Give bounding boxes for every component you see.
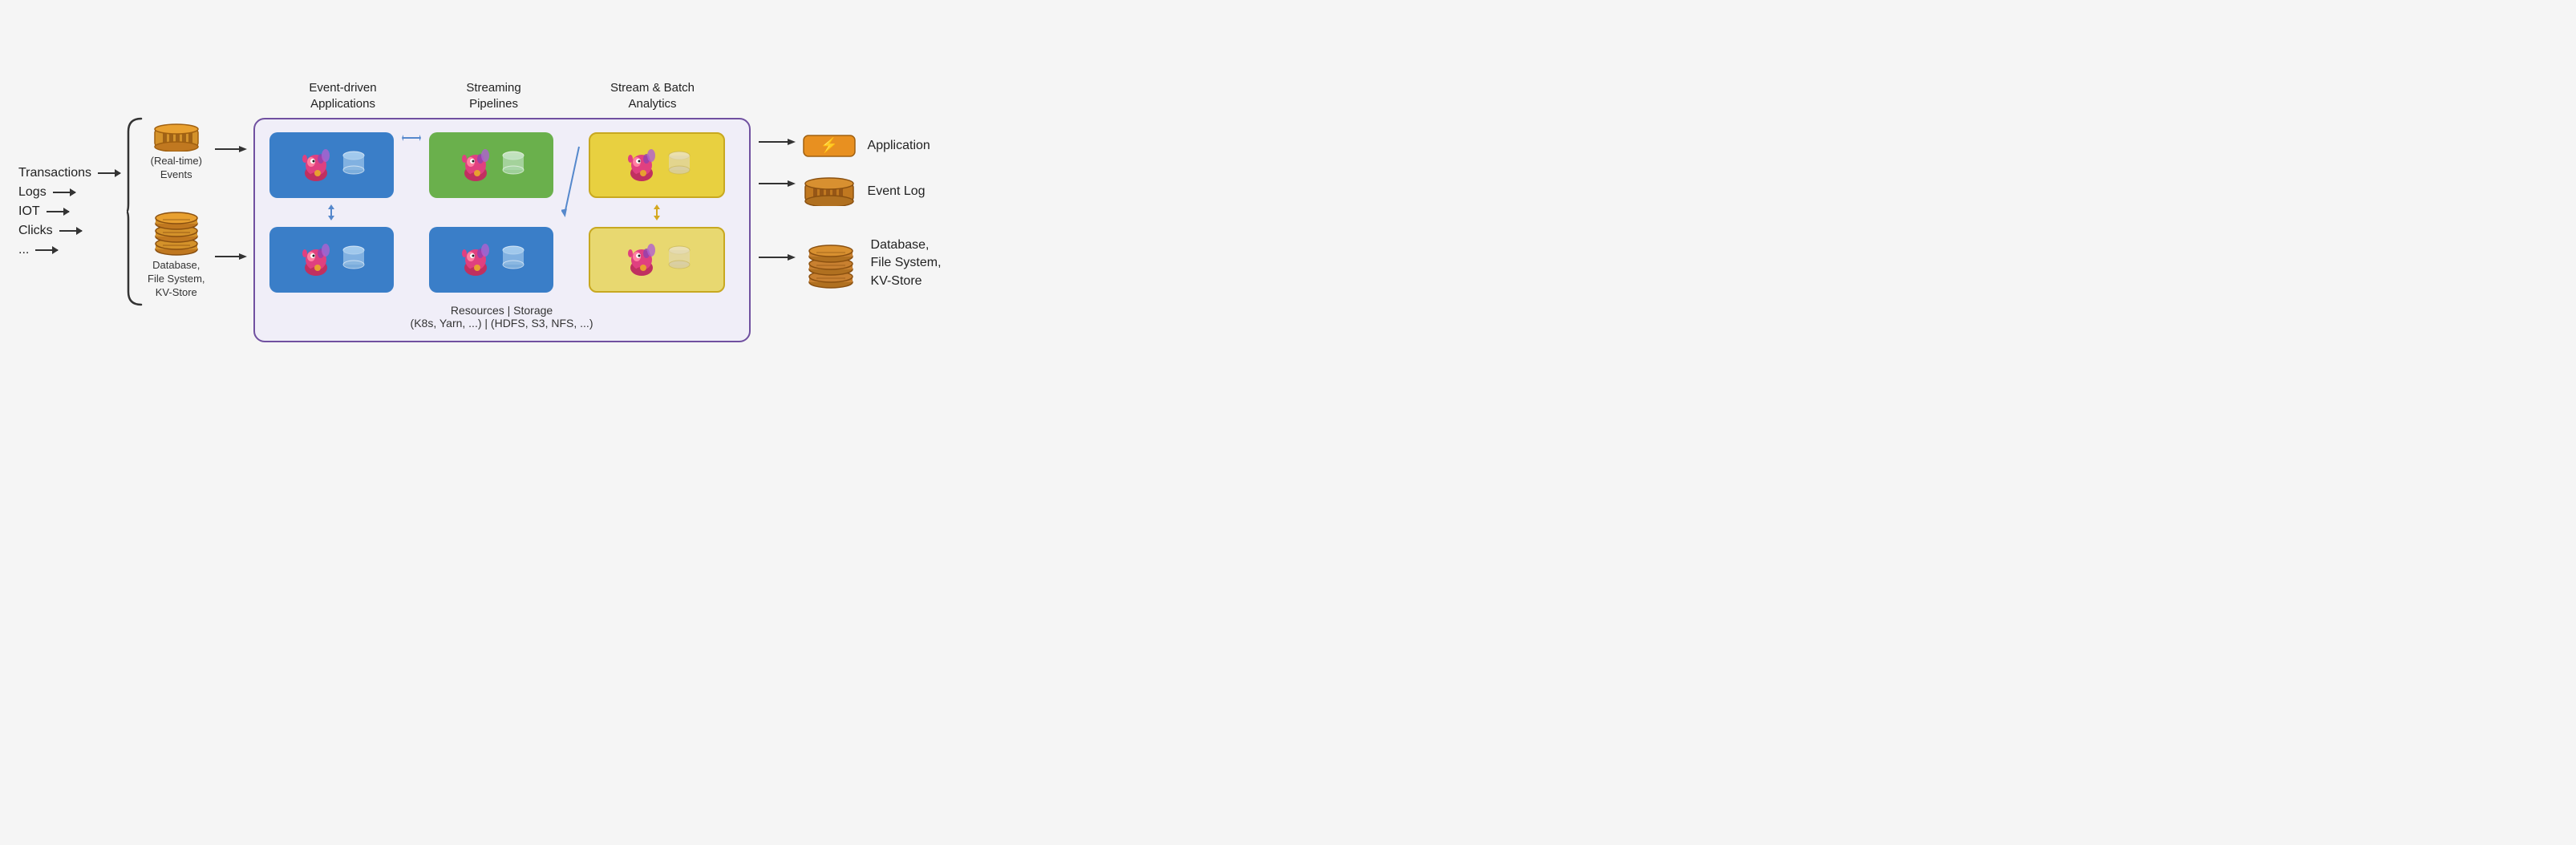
resources-label: Resources | Storage(K8s, Yarn, ...) | (H… [269, 304, 735, 330]
squirrel-icon-1 [297, 146, 335, 184]
h-arrow-col1-col2 [402, 132, 421, 166]
db-label-left: Database,File System,KV-Store [148, 259, 205, 300]
right-outputs: ⚡ Application Event Log [802, 132, 942, 290]
squirrel-icon-4 [456, 241, 495, 279]
diag-arrow-area [429, 204, 553, 220]
db-label-right: Database,File System,KV-Store [871, 237, 942, 290]
db-to-box-arrow [215, 252, 247, 261]
database-stack-icon [148, 206, 205, 256]
output-arrow-1 [759, 137, 796, 147]
output-db: Database,File System,KV-Store [802, 237, 942, 290]
cell-green-top [429, 132, 553, 198]
source-labels: Transactions Logs IOT Clicks ... [18, 166, 120, 257]
mini-db-icon-4 [501, 245, 525, 274]
col1-header: Event-drivenApplications [277, 80, 409, 111]
mini-db-icon-5 [667, 151, 691, 180]
squirrel-icon-5 [622, 146, 661, 184]
inner-grid [269, 132, 735, 293]
squirrel-icon-3 [456, 146, 495, 184]
dots-label: ... [18, 243, 29, 257]
cell-yellow-top [589, 132, 725, 198]
eventlog-icon [802, 177, 857, 206]
h-bidirectional-arrow-1 [402, 132, 421, 144]
col3-header: Stream & BatchAnalytics [578, 80, 727, 111]
output-arrow-3 [759, 253, 796, 262]
transactions-label: Transactions [18, 166, 91, 180]
transactions-arrow [98, 172, 120, 174]
output-db-icon [802, 237, 860, 289]
vertical-bidirectional-arrow-3 [649, 204, 665, 220]
mini-db-icon-3 [501, 151, 525, 180]
mid-arrows [215, 158, 247, 265]
source-transactions: Transactions [18, 166, 120, 180]
col2-cells [429, 132, 553, 293]
main-section: Event-drivenApplications StreamingPipeli… [253, 80, 751, 342]
source-iot: IOT [18, 204, 120, 219]
iot-label: IOT [18, 204, 40, 219]
mini-db-icon-2 [342, 245, 366, 274]
column-headers: Event-drivenApplications StreamingPipeli… [253, 80, 751, 111]
cell-blue-top-left [269, 132, 394, 198]
dots-arrow [35, 249, 58, 251]
kafka-to-box-arrow [215, 144, 247, 154]
brace-icons-section: (Real-time)Events [125, 115, 205, 308]
cell-blue-bottom-mid [429, 227, 553, 293]
output-eventlog: Event Log [802, 177, 942, 206]
app-label: Application [868, 139, 930, 153]
output-arrow-2 [759, 179, 796, 188]
mini-db-icon-1 [342, 151, 366, 180]
eventlog-label: Event Log [868, 184, 925, 199]
squirrel-icon-6 [622, 241, 661, 279]
input-icons: (Real-time)Events [148, 123, 205, 299]
mini-db-icon-6 [667, 245, 691, 274]
main-container-box: Resources | Storage(K8s, Yarn, ...) | (H… [253, 118, 751, 342]
app-icon: ⚡ [802, 132, 857, 160]
col1-cells [269, 132, 394, 293]
logs-arrow [53, 192, 75, 193]
clicks-label: Clicks [18, 224, 53, 238]
svg-text:⚡: ⚡ [820, 136, 837, 154]
vertical-bidirectional-arrow-1 [323, 204, 339, 220]
logs-label: Logs [18, 185, 47, 200]
main-diagram: Transactions Logs IOT Clicks ... [18, 80, 1270, 342]
col2-header: StreamingPipelines [427, 80, 560, 111]
left-brace-icon [125, 115, 143, 308]
col3-cells [589, 132, 725, 293]
kafka-event-icon: (Real-time)Events [148, 123, 205, 182]
kafka-cylinder-icon [152, 123, 201, 152]
diag-arrow-area-2 [561, 132, 581, 224]
diagonal-arrow [561, 144, 581, 224]
squirrel-icon-2 [297, 241, 335, 279]
cell-yellow-bottom [589, 227, 725, 293]
vert-arrow-col1 [269, 204, 394, 220]
source-logs: Logs [18, 185, 120, 200]
db-stack-icon: Database,File System,KV-Store [148, 206, 205, 300]
source-dots: ... [18, 243, 120, 257]
right-output-arrows [759, 137, 796, 262]
clicks-arrow [59, 230, 82, 232]
events-label: (Real-time)Events [151, 155, 202, 182]
iot-arrow [47, 211, 69, 212]
source-clicks: Clicks [18, 224, 120, 238]
cell-blue-bottom-left [269, 227, 394, 293]
output-app: ⚡ Application [802, 132, 942, 160]
vert-arrow-col3 [589, 204, 725, 220]
